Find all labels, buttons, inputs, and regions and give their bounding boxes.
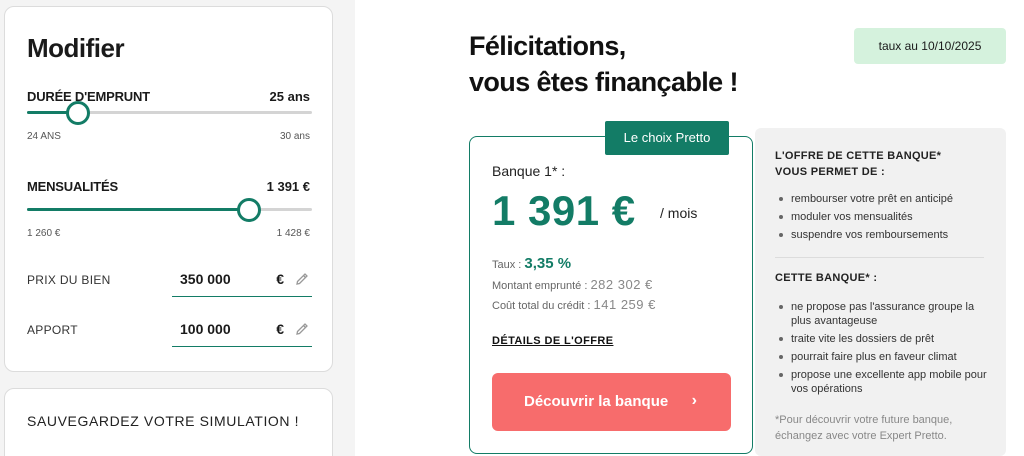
- list-item: ne propose pas l'assurance groupe la plu…: [775, 300, 990, 328]
- info-heading-bank: CETTE BANQUE* :: [775, 272, 878, 284]
- rate-date-badge: taux au 10/10/2025: [854, 28, 1006, 64]
- monthly-label: MENSUALITÉS: [27, 179, 118, 194]
- chevron-right-icon: ›: [691, 392, 697, 409]
- pretto-choice-tag: Le choix Pretto: [605, 121, 729, 155]
- save-card: SAUVEGARDEZ VOTRE SIMULATION !: [4, 388, 333, 456]
- price-label: PRIX DU BIEN: [27, 273, 111, 287]
- list-item: moduler vos mensualités: [775, 210, 990, 224]
- monthly-max: 1 428 €: [276, 228, 310, 239]
- deposit-input[interactable]: 100 000 €: [172, 311, 312, 347]
- total-cost-line: Coût total du crédit : 141 259 €: [492, 297, 656, 312]
- deposit-label: APPORT: [27, 323, 78, 337]
- list-item: rembourser votre prêt en anticipé: [775, 192, 990, 206]
- total-cost-value: 141 259 €: [593, 297, 656, 312]
- borrowed-value: 282 302 €: [590, 277, 653, 292]
- rate-value: 3,35 %: [524, 255, 572, 272]
- monthly-min: 1 260 €: [27, 228, 61, 239]
- bank-name: Banque 1* :: [492, 163, 566, 179]
- price-value: 350 000: [180, 271, 231, 287]
- info-divider: [775, 257, 984, 258]
- total-cost-label: Coût total du crédit :: [492, 300, 591, 312]
- duration-slider[interactable]: [27, 101, 312, 125]
- offer-details-link[interactable]: DÉTAILS DE L'OFFRE: [492, 335, 613, 347]
- borrowed-label: Montant emprunté :: [492, 280, 588, 292]
- pencil-icon[interactable]: [294, 321, 310, 337]
- monthly-slider-handle[interactable]: [237, 198, 262, 222]
- edit-card: Modifier DURÉE D'EMPRUNT 25 ans 24 ANS 3…: [4, 6, 333, 372]
- price-unit: €: [276, 271, 284, 287]
- duration-max: 30 ans: [279, 131, 310, 142]
- info-footnote: *Pour découvrir votre future banque, éch…: [775, 414, 953, 442]
- list-item: traite vite les dossiers de prêt: [775, 332, 990, 346]
- deposit-unit: €: [276, 321, 284, 337]
- edit-title: Modifier: [27, 33, 125, 63]
- offer-benefits-list: rembourser votre prêt en anticipé moduler…: [775, 192, 990, 246]
- monthly-amount: 1 391 €: [492, 187, 636, 234]
- borrowed-line: Montant emprunté : 282 302 €: [492, 277, 653, 292]
- list-item: suspendre vos remboursements: [775, 228, 990, 242]
- pencil-icon[interactable]: [294, 271, 310, 287]
- list-item: propose une excellente app mobile pour v…: [775, 368, 990, 396]
- rate-line: Taux : 3,35 %: [492, 255, 571, 272]
- headline-line2: vous êtes finançable !: [469, 67, 738, 97]
- price-input[interactable]: 350 000 €: [172, 261, 312, 297]
- per-month-label: / mois: [660, 205, 698, 221]
- sidebar: Modifier DURÉE D'EMPRUNT 25 ans 24 ANS 3…: [0, 0, 355, 456]
- bank-traits-list: ne propose pas l'assurance groupe la plu…: [775, 300, 990, 400]
- deposit-value: 100 000: [180, 321, 231, 337]
- discover-bank-button[interactable]: Découvrir la banque ›: [492, 373, 731, 431]
- info-heading-offer: L'OFFRE DE CETTE BANQUE* VOUS PERMET DE …: [775, 150, 942, 178]
- page-headline: Félicitations, vous êtes finançable !: [469, 28, 738, 100]
- headline-line1: Félicitations,: [469, 31, 626, 61]
- duration-label: DURÉE D'EMPRUNT: [27, 89, 150, 104]
- list-item: pourrait faire plus en faveur climat: [775, 350, 990, 364]
- monthly-value: 1 391 €: [266, 179, 310, 194]
- bank-info-panel: L'OFFRE DE CETTE BANQUE* VOUS PERMET DE …: [755, 128, 1006, 456]
- duration-value: 25 ans: [269, 89, 310, 104]
- offer-card: Banque 1* : 1 391 € / mois Taux : 3,35 %…: [469, 136, 753, 454]
- monthly-slider-fill: [27, 208, 250, 211]
- duration-slider-handle[interactable]: [66, 101, 91, 125]
- discover-bank-label: Découvrir la banque: [524, 393, 669, 410]
- save-title: SAUVEGARDEZ VOTRE SIMULATION !: [27, 413, 300, 429]
- rate-label: Taux :: [492, 259, 522, 271]
- monthly-slider[interactable]: [27, 198, 312, 222]
- duration-min: 24 ANS: [27, 131, 61, 142]
